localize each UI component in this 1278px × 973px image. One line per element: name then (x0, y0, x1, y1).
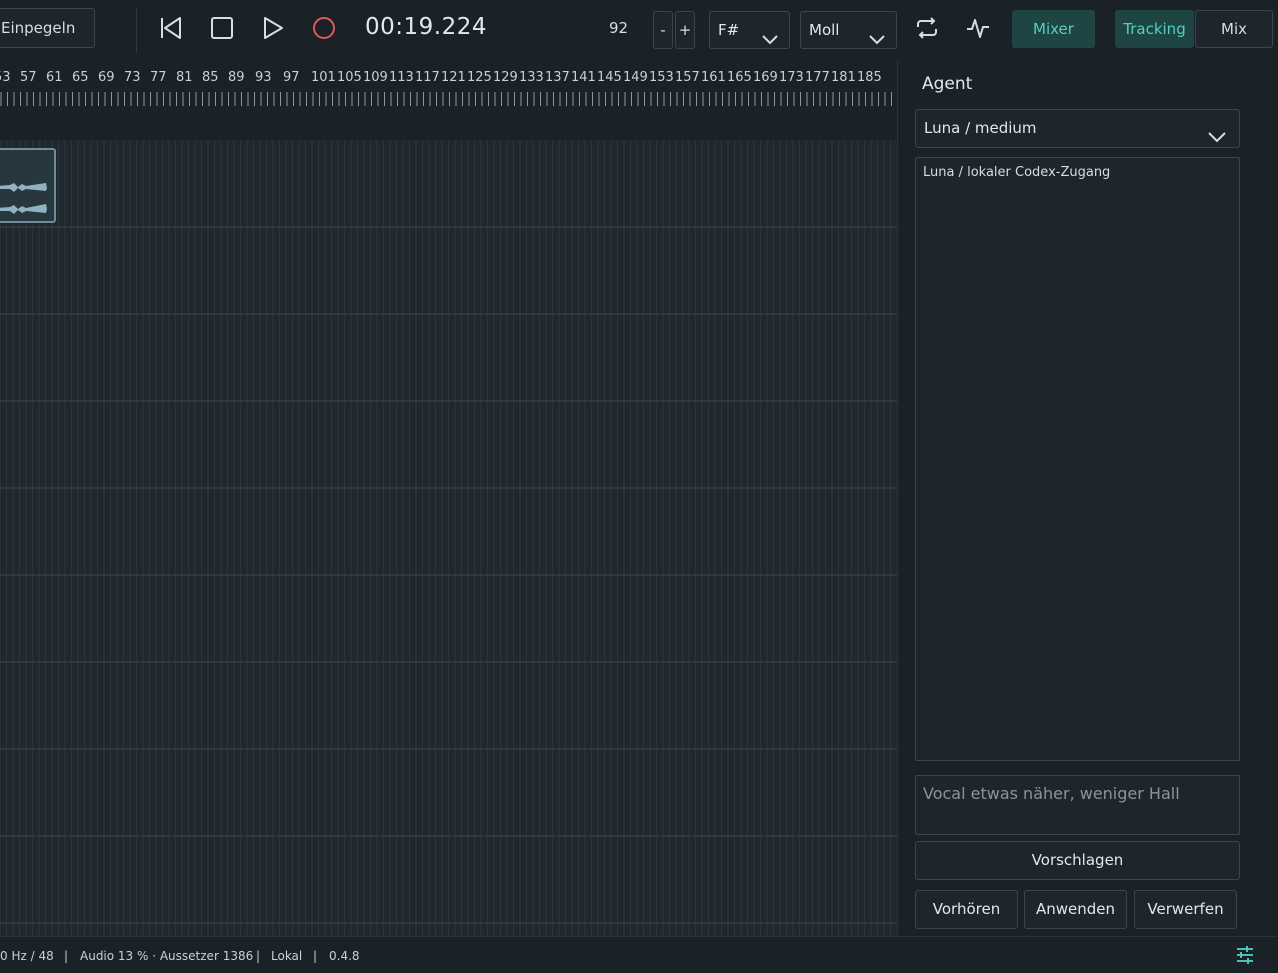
apply-button[interactable]: Anwenden (1024, 890, 1127, 929)
bpm-decrease-button[interactable]: - (653, 11, 673, 49)
mixer-button[interactable]: Mixer (1012, 10, 1095, 48)
bpm-value: 92 (609, 19, 629, 37)
sliders-icon[interactable] (1235, 945, 1255, 965)
waveform-icon[interactable] (964, 14, 992, 42)
agent-model-value: Luna / medium (924, 119, 1037, 137)
ruler-ticks (0, 92, 892, 106)
status-bar: 0 Hz / 48 | Audio 13 % · Aussetzer 1386 … (0, 936, 1278, 973)
timeline-ruler[interactable]: 5357616569737781858993971011051091131171… (0, 60, 897, 112)
chevron-down-icon (761, 23, 779, 59)
skip-back-icon[interactable] (157, 14, 185, 42)
einpegeln-button[interactable]: Einpegeln (0, 8, 95, 48)
tab-mix[interactable]: Mix (1195, 10, 1273, 48)
status-mode: Lokal (271, 949, 303, 963)
key-select[interactable]: F# (709, 11, 790, 49)
status-separator: | (256, 949, 261, 963)
agent-panel: Agent Luna / medium Luna / lokaler Codex… (897, 60, 1278, 936)
scale-select[interactable]: Moll (800, 11, 897, 49)
audio-clip[interactable] (0, 148, 56, 223)
track-grid (0, 140, 897, 936)
stop-icon[interactable] (208, 14, 236, 42)
status-separator: | (313, 949, 318, 963)
agent-panel-title: Agent (922, 74, 973, 94)
suggest-button[interactable]: Vorschlagen (915, 841, 1240, 880)
agent-prompt-input[interactable] (915, 775, 1240, 835)
toolbar-divider (136, 8, 137, 52)
scale-select-value: Moll (809, 21, 840, 39)
top-toolbar: Einpegeln 00:19.224 92 - + F# Moll Mixer… (0, 0, 1278, 60)
discard-button[interactable]: Verwerfen (1134, 890, 1237, 929)
agent-log: Luna / lokaler Codex-Zugang (915, 157, 1240, 761)
status-audio: Audio 13 % · Aussetzer 1386 (80, 949, 254, 963)
key-select-value: F# (718, 21, 740, 39)
record-icon[interactable] (310, 14, 338, 42)
timeline-header-space (0, 112, 897, 140)
tab-tracking[interactable]: Tracking (1115, 10, 1194, 48)
agent-log-line: Luna / lokaler Codex-Zugang (923, 165, 1111, 180)
play-icon[interactable] (259, 14, 287, 42)
status-version: 0.4.8 (329, 949, 360, 963)
timecode-display: 00:19.224 (365, 14, 487, 40)
clip-waveform (0, 183, 47, 214)
bpm-increase-button[interactable]: + (675, 11, 695, 49)
chevron-down-icon (1207, 121, 1227, 158)
chevron-down-icon (868, 23, 886, 59)
preview-button[interactable]: Vorhören (915, 890, 1018, 929)
status-sample-rate: 0 Hz / 48 (0, 949, 54, 963)
track-area[interactable] (0, 140, 897, 936)
agent-model-select[interactable]: Luna / medium (915, 109, 1240, 148)
status-separator: | (64, 949, 69, 963)
loop-icon[interactable] (913, 14, 941, 42)
